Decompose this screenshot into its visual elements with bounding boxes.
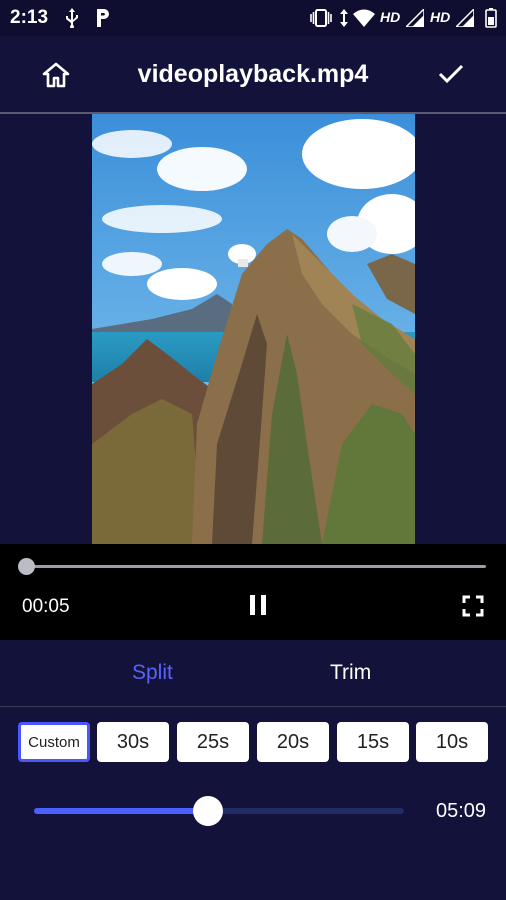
tabs-divider <box>0 706 506 707</box>
usb-icon <box>62 8 82 28</box>
tab-trim[interactable]: Trim <box>330 661 371 685</box>
hd-label: HD <box>380 9 401 25</box>
playback-seekbar[interactable] <box>24 565 486 568</box>
hd-label: HD <box>430 9 451 25</box>
duration-30s-button[interactable]: 30s <box>97 722 169 762</box>
player-controls: 00:05 <box>0 544 506 640</box>
status-time: 2:13 <box>10 7 49 28</box>
duration-custom-button[interactable]: Custom <box>18 722 90 762</box>
video-frame-image <box>92 114 415 544</box>
battery-icon <box>484 8 498 28</box>
parking-icon <box>94 8 112 28</box>
app-bar: videoplayback.mp4 <box>0 36 506 112</box>
duration-20s-button[interactable]: 20s <box>257 722 329 762</box>
current-time: 00:05 <box>22 596 70 617</box>
page-title: videoplayback.mp4 <box>137 60 369 88</box>
tab-split[interactable]: Split <box>132 661 173 685</box>
duration-10s-button[interactable]: 10s <box>416 722 488 762</box>
status-bar: 2:13 HD HD <box>0 0 506 36</box>
slider-thumb[interactable] <box>192 796 223 826</box>
signal-icon <box>456 8 474 28</box>
data-transfer-icon <box>338 8 350 28</box>
video-preview[interactable] <box>92 114 415 544</box>
check-icon[interactable] <box>438 63 464 85</box>
vibrate-icon <box>310 8 332 28</box>
slider-fill <box>34 808 208 814</box>
slider-value: 05:09 <box>436 800 487 822</box>
duration-25s-button[interactable]: 25s <box>177 722 249 762</box>
fullscreen-icon[interactable] <box>462 595 484 617</box>
wifi-icon <box>352 8 376 28</box>
signal-icon <box>406 8 424 28</box>
mode-tabs: Split Trim <box>0 640 506 706</box>
seekbar-thumb[interactable] <box>17 558 35 575</box>
duration-15s-button[interactable]: 15s <box>337 722 409 762</box>
pause-icon[interactable] <box>247 593 269 617</box>
